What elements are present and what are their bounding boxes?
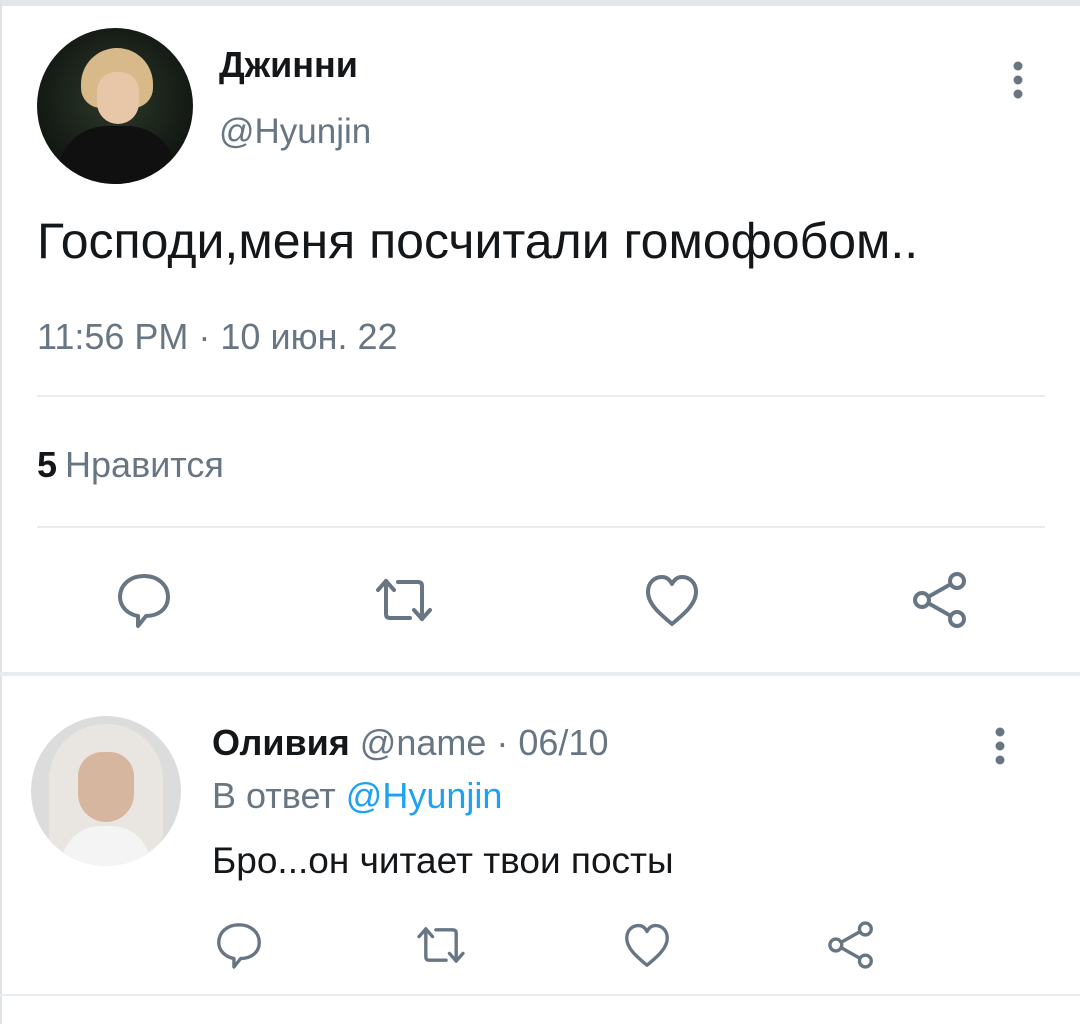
retweet-icon[interactable] bbox=[372, 568, 436, 632]
tweet-text: Господи,меня посчитали гомофобом.. bbox=[37, 213, 919, 269]
reply-mention-link[interactable]: @Hyunjin bbox=[346, 775, 503, 816]
like-icon[interactable] bbox=[640, 568, 704, 632]
reply-to-prefix: В ответ bbox=[212, 775, 346, 816]
section-divider bbox=[0, 672, 1080, 676]
avatar[interactable] bbox=[37, 28, 193, 184]
divider bbox=[37, 395, 1045, 397]
more-vertical-icon[interactable] bbox=[1004, 58, 1032, 102]
tweet-timestamp: 11:56 PM · 10 июн. 22 bbox=[37, 316, 398, 357]
author-name[interactable]: Джинни bbox=[219, 44, 358, 86]
divider bbox=[37, 526, 1045, 528]
reply-text: Бро...он читает твои посты bbox=[212, 840, 674, 881]
bottom-divider bbox=[0, 994, 1080, 996]
more-vertical-icon[interactable] bbox=[986, 724, 1014, 768]
reply-meta: @name · 06/10 bbox=[349, 722, 609, 763]
likes-count: 5 bbox=[37, 444, 58, 485]
reply-header: Оливия @name · 06/10 bbox=[212, 722, 608, 764]
avatar[interactable] bbox=[31, 716, 181, 866]
retweet-icon[interactable] bbox=[414, 918, 468, 972]
reply-icon[interactable] bbox=[212, 918, 266, 972]
reply-icon[interactable] bbox=[112, 568, 176, 632]
reply-author-name[interactable]: Оливия bbox=[212, 722, 350, 763]
like-icon[interactable] bbox=[620, 918, 674, 972]
likes-label: Нравится bbox=[65, 444, 224, 485]
share-icon[interactable] bbox=[908, 568, 972, 632]
likes-stat[interactable]: 5 Нравится bbox=[37, 444, 224, 486]
share-icon[interactable] bbox=[824, 918, 878, 972]
left-edge bbox=[0, 0, 2, 1024]
reply-to-line: В ответ @Hyunjin bbox=[212, 775, 502, 817]
author-handle[interactable]: @Hyunjin bbox=[219, 112, 371, 152]
top-divider bbox=[0, 0, 1080, 6]
